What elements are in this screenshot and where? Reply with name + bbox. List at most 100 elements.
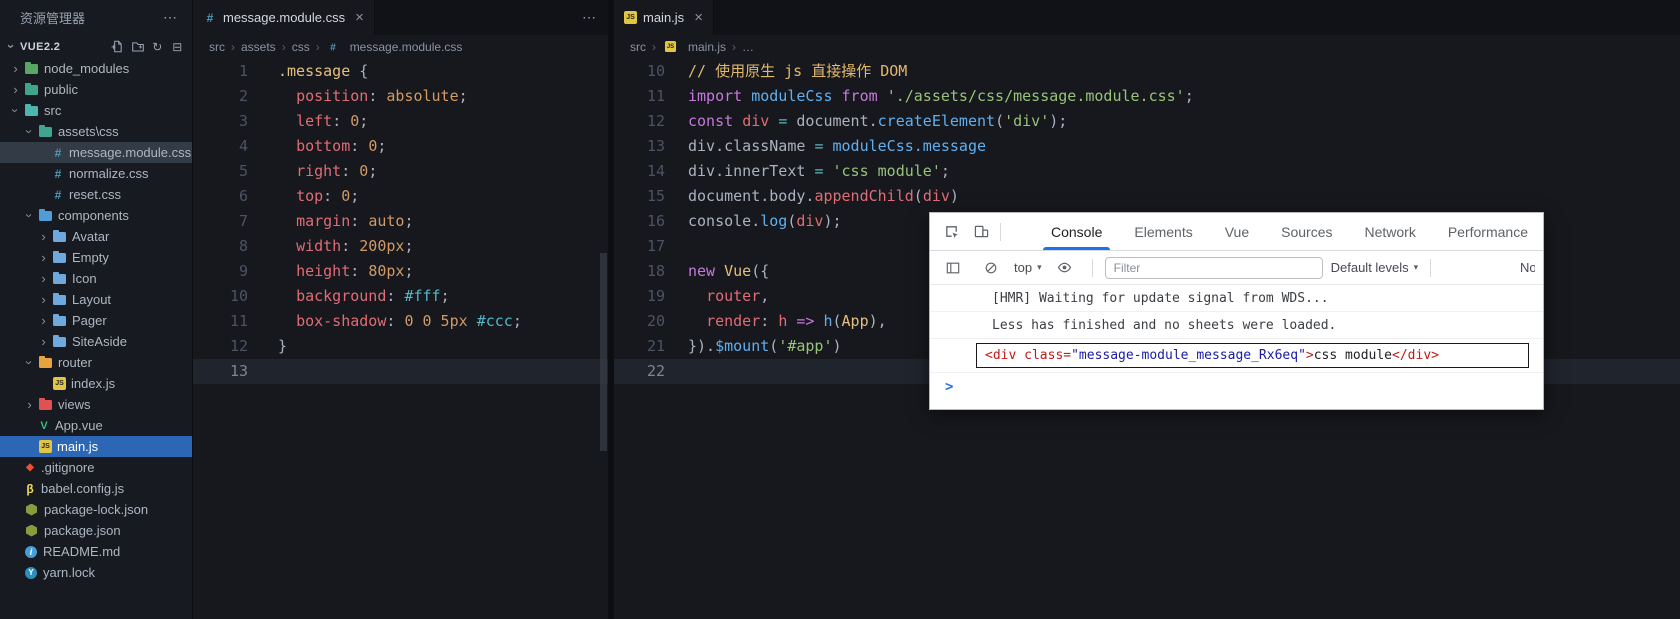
breadcrumb-item[interactable]: assets <box>241 40 276 54</box>
console-prompt[interactable]: > <box>930 373 1543 400</box>
code-line-5[interactable]: 5 right: 0; <box>193 159 608 184</box>
tree-item-node-modules[interactable]: › node_modules <box>0 58 192 79</box>
tree-item-label: README.md <box>43 544 121 559</box>
tree-item-readme-md[interactable]: i README.md <box>0 541 192 562</box>
devtools-tab-elements[interactable]: Elements <box>1118 213 1208 250</box>
new-file-icon[interactable] <box>109 38 126 55</box>
console-element-output[interactable]: <div class="message-module_message_Rx6eq… <box>976 343 1529 368</box>
breadcrumb-item[interactable]: src <box>209 40 225 54</box>
tree-item-package-json[interactable]: package.json <box>0 520 192 541</box>
log-levels-selector[interactable]: Default levels ▾ <box>1331 260 1419 275</box>
code-editor-css[interactable]: 1 .message {2 position: absolute; 3 left: … <box>193 58 608 619</box>
code-line-11[interactable]: 11 import moduleCss from './assets/css/me… <box>614 84 1680 109</box>
tree-item--gitignore[interactable]: ◆ .gitignore <box>0 457 192 478</box>
tab-main-js[interactable]: JS main.js × <box>614 0 714 35</box>
tree-item-reset-css[interactable]: # reset.css <box>0 184 192 205</box>
code-line-13[interactable]: 13 <box>193 359 608 384</box>
tree-item-yarn-lock[interactable]: Yyarn.lock <box>0 562 192 583</box>
chevron-right-icon: › <box>41 334 46 349</box>
tree-item-public[interactable]: › public <box>0 79 192 100</box>
collapse-all-icon[interactable]: ⊟ <box>169 38 186 55</box>
tree-item-label: assets\css <box>58 124 119 139</box>
tree-item-pager[interactable]: › Pager <box>0 310 192 331</box>
tree-item-label: node_modules <box>44 61 130 76</box>
new-folder-icon[interactable] <box>129 38 146 55</box>
live-expression-eye-icon[interactable] <box>1050 260 1080 275</box>
tab-message-module-css[interactable]: # message.module.css × <box>193 0 375 35</box>
folder-icon <box>25 103 38 116</box>
code-line-6[interactable]: 6 top: 0; <box>193 184 608 209</box>
code-line-10[interactable]: 10 background: #fff; <box>193 284 608 309</box>
git-icon: ◆ <box>26 462 34 473</box>
tree-item-package-lock-json[interactable]: package-lock.json <box>0 499 192 520</box>
code-line-3[interactable]: 3 left: 0; <box>193 109 608 134</box>
code-line-1[interactable]: 1 .message { <box>193 59 608 84</box>
breadcrumb-separator-icon: › <box>281 39 286 54</box>
breadcrumb-item[interactable]: main.js <box>688 40 726 54</box>
tree-item-router[interactable]: › router <box>0 352 192 373</box>
breadcrumb-item[interactable]: message.module.css <box>350 40 463 54</box>
chevron-down-icon: › <box>8 108 23 113</box>
tree-item-normalize-css[interactable]: # normalize.css <box>0 163 192 184</box>
project-section-header[interactable]: › VUE2.2 ↻ ⊟ <box>0 35 192 58</box>
close-icon[interactable]: × <box>694 9 703 26</box>
line-number: 1 <box>238 62 248 80</box>
tree-item-views[interactable]: › views <box>0 394 192 415</box>
devtools-tab-sources[interactable]: Sources <box>1265 213 1348 250</box>
console-sidebar-icon[interactable] <box>938 261 968 275</box>
code-line-4[interactable]: 4 bottom: 0; <box>193 134 608 159</box>
tree-item-siteaside[interactable]: › SiteAside <box>0 331 192 352</box>
tree-item-assets-css[interactable]: › assets\css <box>0 121 192 142</box>
more-actions-icon[interactable]: ⋯ <box>163 9 178 26</box>
code-line-15[interactable]: 15 document.body.appendChild(div) <box>614 184 1680 209</box>
devtools-window: Console Elements Vue Sources Network Performa… <box>930 213 1543 409</box>
code-line-9[interactable]: 9 height: 80px; <box>193 259 608 284</box>
code-line-2[interactable]: 2 position: absolute; <box>193 84 608 109</box>
breadcrumb-item[interactable]: css <box>292 40 310 54</box>
editor-actions-more-icon[interactable]: ⋯ <box>570 9 608 26</box>
inspect-element-icon[interactable] <box>936 213 966 250</box>
code-line-13[interactable]: 13 div.className = moduleCss.message <box>614 134 1680 159</box>
tree-item-app-vue[interactable]: V App.vue <box>0 415 192 436</box>
breadcrumb-item[interactable]: … <box>742 40 754 54</box>
console-filter-input[interactable] <box>1104 256 1323 279</box>
line-number: 12 <box>229 337 248 355</box>
tree-item-main-js[interactable]: JS main.js <box>0 436 192 457</box>
devtools-tab-network[interactable]: Network <box>1348 213 1431 250</box>
tree-item-babel-config-js[interactable]: β babel.config.js <box>0 478 192 499</box>
tree-item-components[interactable]: › components <box>0 205 192 226</box>
tree-item-icon[interactable]: › Icon <box>0 268 192 289</box>
devtools-tabbar-tabs: Console Elements Vue Sources Network Performa… <box>1035 213 1543 250</box>
close-icon[interactable]: × <box>355 9 364 26</box>
code-line-12[interactable]: 12 const div = document.createElement('di… <box>614 109 1680 134</box>
tree-item-layout[interactable]: › Layout <box>0 289 192 310</box>
yarn-icon: Y <box>25 566 37 579</box>
node-icon <box>26 503 37 516</box>
breadcrumb-item[interactable]: src <box>630 40 646 54</box>
code-line-10[interactable]: 10 // 使用原生 js 直接操作 DOM <box>614 59 1680 84</box>
code-line-8[interactable]: 8 width: 200px; <box>193 234 608 259</box>
tree-item-avatar[interactable]: › Avatar <box>0 226 192 247</box>
clear-console-icon[interactable] <box>976 261 1006 275</box>
devtools-tab-vue[interactable]: Vue <box>1209 213 1265 250</box>
devtools-tab-console[interactable]: Console <box>1035 213 1118 250</box>
devtools-tab-performance[interactable]: Performance <box>1432 213 1543 250</box>
vscode-window: 资源管理器 ⋯ › VUE2.2 ↻ ⊟ › node_modules › publi… <box>0 0 1680 619</box>
devtools-tabbar: Console Elements Vue Sources Network Performa… <box>930 213 1543 251</box>
line-number: 22 <box>646 362 665 380</box>
tree-item-message-module-css[interactable]: # message.module.css <box>0 142 192 163</box>
device-toolbar-icon[interactable] <box>966 213 996 250</box>
code-line-11[interactable]: 11 box-shadow: 0 0 5px #ccc; <box>193 309 608 334</box>
code-line-7[interactable]: 7 margin: auto; <box>193 209 608 234</box>
code-line-14[interactable]: 14 div.innerText = 'css module'; <box>614 159 1680 184</box>
tree-item-index-js[interactable]: JS index.js <box>0 373 192 394</box>
tree-item-label: Icon <box>72 271 97 286</box>
vertical-scrollbar[interactable] <box>600 253 607 451</box>
context-selector[interactable]: top ▾ <box>1014 260 1042 275</box>
code-line-12[interactable]: 12} <box>193 334 608 359</box>
line-number: 12 <box>646 112 665 130</box>
refresh-icon[interactable]: ↻ <box>149 38 166 55</box>
tree-item-src[interactable]: › src <box>0 100 192 121</box>
tree-item-empty[interactable]: › Empty <box>0 247 192 268</box>
tree-item-label: src <box>44 103 62 118</box>
